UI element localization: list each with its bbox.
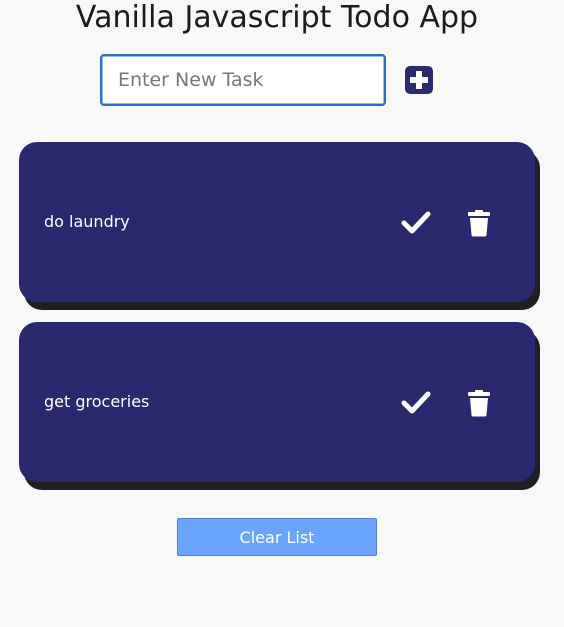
todo-item: do laundry <box>19 142 535 302</box>
complete-button[interactable] <box>401 388 431 416</box>
delete-button[interactable] <box>467 209 491 237</box>
check-icon <box>401 391 431 414</box>
app-title: Vanilla Javascript Todo App <box>75 0 479 35</box>
todo-text: get groceries <box>44 392 150 411</box>
add-task-button[interactable] <box>405 66 433 94</box>
todo-list: do laundry get groceries <box>19 142 535 502</box>
clear-list-button[interactable]: Clear List <box>177 518 377 556</box>
trash-icon <box>468 210 490 237</box>
delete-button[interactable] <box>467 389 491 417</box>
check-icon <box>401 211 431 234</box>
plus-icon <box>410 71 428 89</box>
trash-icon <box>468 390 490 417</box>
new-task-input[interactable] <box>100 54 386 106</box>
todo-item: get groceries <box>19 322 535 482</box>
todo-text: do laundry <box>44 212 130 231</box>
complete-button[interactable] <box>401 208 431 236</box>
